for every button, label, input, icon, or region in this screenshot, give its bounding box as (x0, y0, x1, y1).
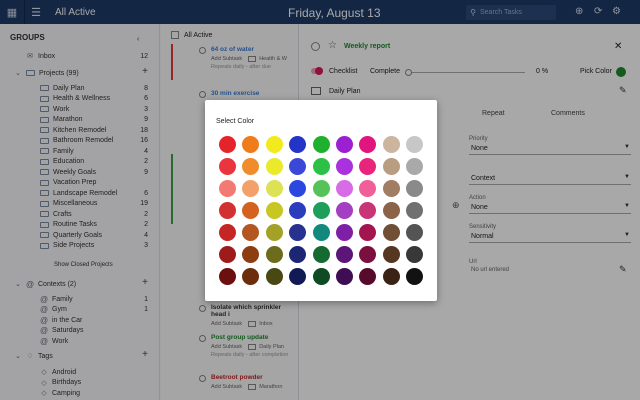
color-swatch[interactable] (289, 158, 307, 175)
color-swatch[interactable] (359, 202, 377, 219)
color-swatch[interactable] (219, 158, 236, 175)
color-swatch[interactable] (382, 136, 400, 153)
color-swatch[interactable] (265, 202, 283, 219)
color-swatch[interactable] (336, 136, 353, 153)
color-swatch[interactable] (242, 136, 260, 153)
color-swatch[interactable] (382, 224, 400, 241)
color-swatch[interactable] (382, 202, 400, 219)
color-swatch[interactable] (242, 158, 260, 175)
color-swatch[interactable] (265, 268, 283, 285)
color-swatch[interactable] (265, 180, 283, 197)
color-swatch[interactable] (336, 268, 353, 285)
color-swatch[interactable] (406, 158, 424, 175)
color-swatch[interactable] (406, 202, 424, 219)
color-swatch[interactable] (312, 180, 330, 197)
color-swatch[interactable] (312, 202, 330, 219)
color-swatch[interactable] (219, 268, 236, 285)
color-swatch[interactable] (406, 136, 424, 153)
color-swatch[interactable] (289, 246, 307, 263)
color-swatch[interactable] (265, 246, 283, 263)
color-swatch[interactable] (359, 180, 377, 197)
color-swatch[interactable] (359, 224, 377, 241)
color-swatch[interactable] (336, 246, 353, 263)
color-swatch[interactable] (289, 180, 307, 197)
color-swatch[interactable] (219, 246, 236, 263)
color-swatch[interactable] (289, 224, 307, 241)
color-swatch[interactable] (219, 180, 236, 197)
color-swatch[interactable] (312, 246, 330, 263)
color-swatch[interactable] (312, 136, 330, 153)
color-swatch[interactable] (406, 268, 424, 285)
color-swatch[interactable] (336, 158, 353, 175)
color-swatch[interactable] (359, 246, 377, 263)
color-swatch[interactable] (359, 158, 377, 175)
color-swatch[interactable] (242, 180, 260, 197)
color-swatch[interactable] (219, 202, 236, 219)
color-swatch[interactable] (359, 136, 377, 153)
color-swatch[interactable] (265, 136, 283, 153)
color-swatch[interactable] (312, 224, 330, 241)
color-swatch[interactable] (336, 202, 353, 219)
color-swatch[interactable] (289, 136, 307, 153)
color-swatch[interactable] (265, 224, 283, 241)
color-swatch[interactable] (406, 246, 424, 263)
color-swatch[interactable] (219, 224, 236, 241)
color-swatch[interactable] (312, 268, 330, 285)
color-swatch[interactable] (336, 224, 353, 241)
dialog-title: Select Color (216, 118, 255, 125)
color-swatch[interactable] (265, 158, 283, 175)
color-swatch[interactable] (359, 268, 377, 285)
color-swatch[interactable] (312, 158, 330, 175)
color-swatch[interactable] (382, 246, 400, 263)
color-swatch[interactable] (289, 268, 307, 285)
color-swatch[interactable] (382, 180, 400, 197)
color-swatch[interactable] (219, 136, 236, 153)
color-swatch[interactable] (242, 224, 260, 241)
color-swatch[interactable] (382, 268, 400, 285)
color-swatch[interactable] (242, 202, 260, 219)
color-swatch[interactable] (289, 202, 307, 219)
color-swatch[interactable] (242, 268, 260, 285)
select-color-dialog: Select Color (205, 100, 437, 301)
color-swatch[interactable] (406, 180, 424, 197)
color-swatch[interactable] (406, 224, 424, 241)
color-swatch[interactable] (242, 246, 260, 263)
color-swatch[interactable] (336, 180, 353, 197)
color-swatch[interactable] (382, 158, 400, 175)
